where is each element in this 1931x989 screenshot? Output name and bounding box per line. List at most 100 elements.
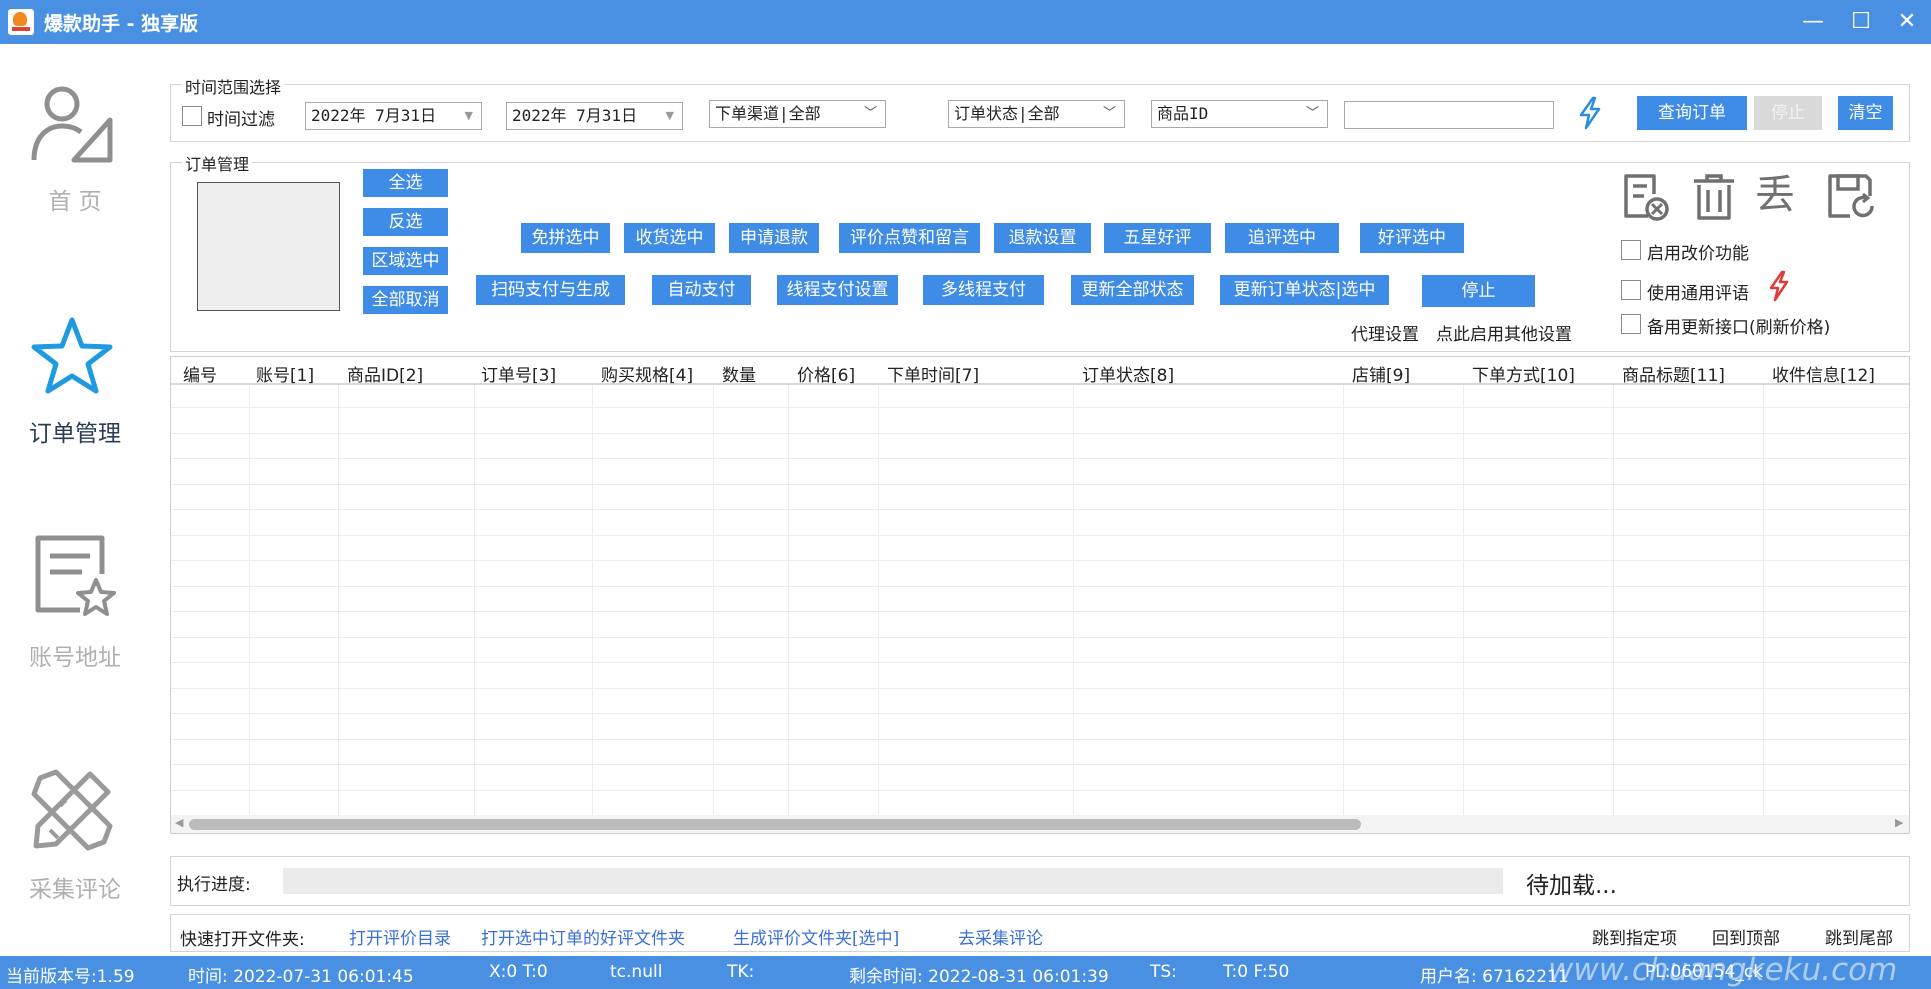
good-review-button[interactable]: 好评选中 [1360, 223, 1464, 253]
area-select-button[interactable]: 区域选中 [363, 247, 448, 275]
search-input[interactable] [1344, 101, 1554, 129]
sidebar-item-home[interactable]: 首 页 [0, 80, 150, 260]
enable-price-change-label: 启用改价功能 [1647, 244, 1749, 264]
open-review-dir-link[interactable]: 打开评价目录 [349, 924, 451, 949]
column-header[interactable]: 下单方式[10] [1472, 361, 1575, 386]
grid-column-line [249, 385, 250, 815]
order-management-title: 订单管理 [182, 151, 253, 175]
select-all-button[interactable]: 全选 [363, 169, 448, 197]
column-header[interactable]: 下单时间[7] [887, 361, 979, 386]
proxy-settings-link[interactable]: 代理设置 [1351, 320, 1419, 345]
username-text: 用户名: 67162211 [1420, 967, 1569, 987]
lightning-icon[interactable] [1577, 96, 1603, 130]
preview-box [197, 182, 340, 311]
review-like-button[interactable]: 评价点赞和留言 [839, 223, 980, 253]
grid-row-line [171, 764, 1909, 765]
end-date-picker[interactable]: 2022年 7月31日 ▼ [506, 102, 683, 130]
grid-column-line [788, 385, 789, 815]
open-good-review-folder-link[interactable]: 打开选中订单的好评文件夹 [481, 924, 685, 949]
scroll-right-icon[interactable]: ▶ [1895, 816, 1903, 829]
chevron-down-icon: ﹀ [863, 106, 877, 121]
column-header[interactable]: 商品ID[2] [347, 361, 423, 386]
grid-column-line [474, 385, 475, 815]
follow-up-review-button[interactable]: 追评选中 [1225, 223, 1339, 253]
update-all-status-button[interactable]: 更新全部状态 [1071, 275, 1194, 305]
query-orders-button[interactable]: 查询订单 [1637, 96, 1747, 130]
update-selected-status-button[interactable]: 更新订单状态|选中 [1220, 275, 1389, 305]
sidebar-item-accounts[interactable]: 账号地址 [0, 534, 150, 714]
order-status-select[interactable]: 订单状态|全部 ﹀ [948, 100, 1125, 128]
scan-pay-button[interactable]: 扫码支付与生成 [476, 275, 625, 305]
time-filter-checkbox[interactable] [182, 106, 202, 126]
column-header[interactable]: 购买规格[4] [601, 361, 693, 386]
grid-column-line [592, 385, 593, 815]
back-to-top-link[interactable]: 回到顶部 [1712, 924, 1780, 949]
confirm-receipt-button[interactable]: 收货选中 [624, 223, 715, 253]
five-star-review-button[interactable]: 五星好评 [1104, 223, 1211, 253]
stop-query-button[interactable]: 停止 [1754, 96, 1822, 130]
deselect-all-button[interactable]: 全部取消 [363, 286, 448, 314]
grid-row-line [171, 509, 1909, 510]
grid-column-line [338, 385, 339, 815]
column-header[interactable]: 编号 [183, 361, 217, 386]
maximize-button[interactable]: ☐ [1838, 0, 1884, 44]
invert-selection-button[interactable]: 反选 [363, 208, 448, 236]
generic-review-checkbox[interactable] [1621, 280, 1641, 300]
grid-column-line [1613, 385, 1614, 815]
grid-column-line [713, 385, 714, 815]
skip-group-button[interactable]: 免拼选中 [521, 223, 610, 253]
column-header[interactable]: 收件信息[12] [1772, 361, 1875, 386]
close-button[interactable]: ✕ [1884, 0, 1930, 44]
sidebar-item-label: 订单管理 [29, 421, 121, 447]
grid-row-line [171, 662, 1909, 663]
column-header[interactable]: 商品标题[11] [1622, 361, 1725, 386]
column-header[interactable]: 订单状态[8] [1082, 361, 1174, 386]
go-collect-reviews-link[interactable]: 去采集评论 [958, 924, 1043, 949]
jump-to-item-link[interactable]: 跳到指定项 [1592, 924, 1677, 949]
orders-table[interactable]: 编号 账号[1] 商品ID[2] 订单号[3] 购买规格[4] 数量 价格[6]… [170, 356, 1910, 834]
grid-row-line [171, 535, 1909, 536]
minimize-button[interactable]: — [1790, 0, 1836, 44]
horizontal-scrollbar[interactable]: ◀ ▶ [171, 815, 1909, 833]
grid-row-line [171, 484, 1909, 485]
jump-to-bottom-link[interactable]: 跳到尾部 [1825, 924, 1893, 949]
save-refresh-icon[interactable] [1826, 172, 1876, 222]
clear-button[interactable]: 清空 [1838, 96, 1893, 130]
window-title: 爆款助手 - 独享版 [44, 13, 199, 35]
backup-api-checkbox[interactable] [1621, 314, 1641, 334]
tk-text: TK: [727, 962, 755, 982]
generate-review-folder-link[interactable]: 生成评价文件夹[选中] [733, 924, 899, 949]
column-header[interactable]: 价格[6] [797, 361, 855, 386]
start-date-picker[interactable]: 2022年 7月31日 ▼ [305, 102, 482, 130]
time-filter-label: 时间过滤 [207, 110, 275, 130]
scroll-left-icon[interactable]: ◀ [175, 816, 183, 829]
watermark: www.chuangkeku.com [1548, 952, 1898, 988]
search-type-select[interactable]: 商品ID ﹀ [1151, 100, 1328, 128]
request-refund-button[interactable]: 申请退款 [729, 223, 819, 253]
end-date-value: 2022年 7月31日 [512, 106, 638, 125]
column-header[interactable]: 账号[1] [256, 361, 314, 386]
column-header[interactable]: 数量 [722, 361, 756, 386]
thread-pay-settings-button[interactable]: 线程支付设置 [777, 275, 898, 305]
enable-price-change-checkbox[interactable] [1621, 240, 1641, 260]
grid-row-line [171, 458, 1909, 459]
grid-row-line [171, 790, 1909, 791]
channel-select[interactable]: 下单渠道|全部 ﹀ [709, 100, 886, 128]
trash-icon[interactable] [1690, 172, 1738, 222]
document-cancel-icon[interactable] [1620, 172, 1670, 222]
other-settings-link[interactable]: 点此启用其他设置 [1436, 320, 1572, 345]
grid-row-line [171, 611, 1909, 612]
tc-text: tc.null [610, 962, 663, 982]
column-header[interactable]: 订单号[3] [481, 361, 556, 386]
sidebar-item-collect-reviews[interactable]: 采集评论 [0, 768, 150, 948]
lightning-icon[interactable] [1767, 270, 1791, 302]
grid-row-line [171, 560, 1909, 561]
column-header[interactable]: 店铺[9] [1352, 361, 1410, 386]
refund-settings-button[interactable]: 退款设置 [994, 223, 1091, 253]
auto-pay-button[interactable]: 自动支付 [652, 275, 751, 305]
scrollbar-thumb[interactable] [189, 819, 1361, 830]
sidebar-item-orders[interactable]: 订单管理 [0, 314, 150, 494]
multi-thread-pay-button[interactable]: 多线程支付 [923, 275, 1044, 305]
stop-button[interactable]: 停止 [1422, 275, 1535, 307]
discard-icon[interactable]: 丢 [1755, 170, 1795, 220]
